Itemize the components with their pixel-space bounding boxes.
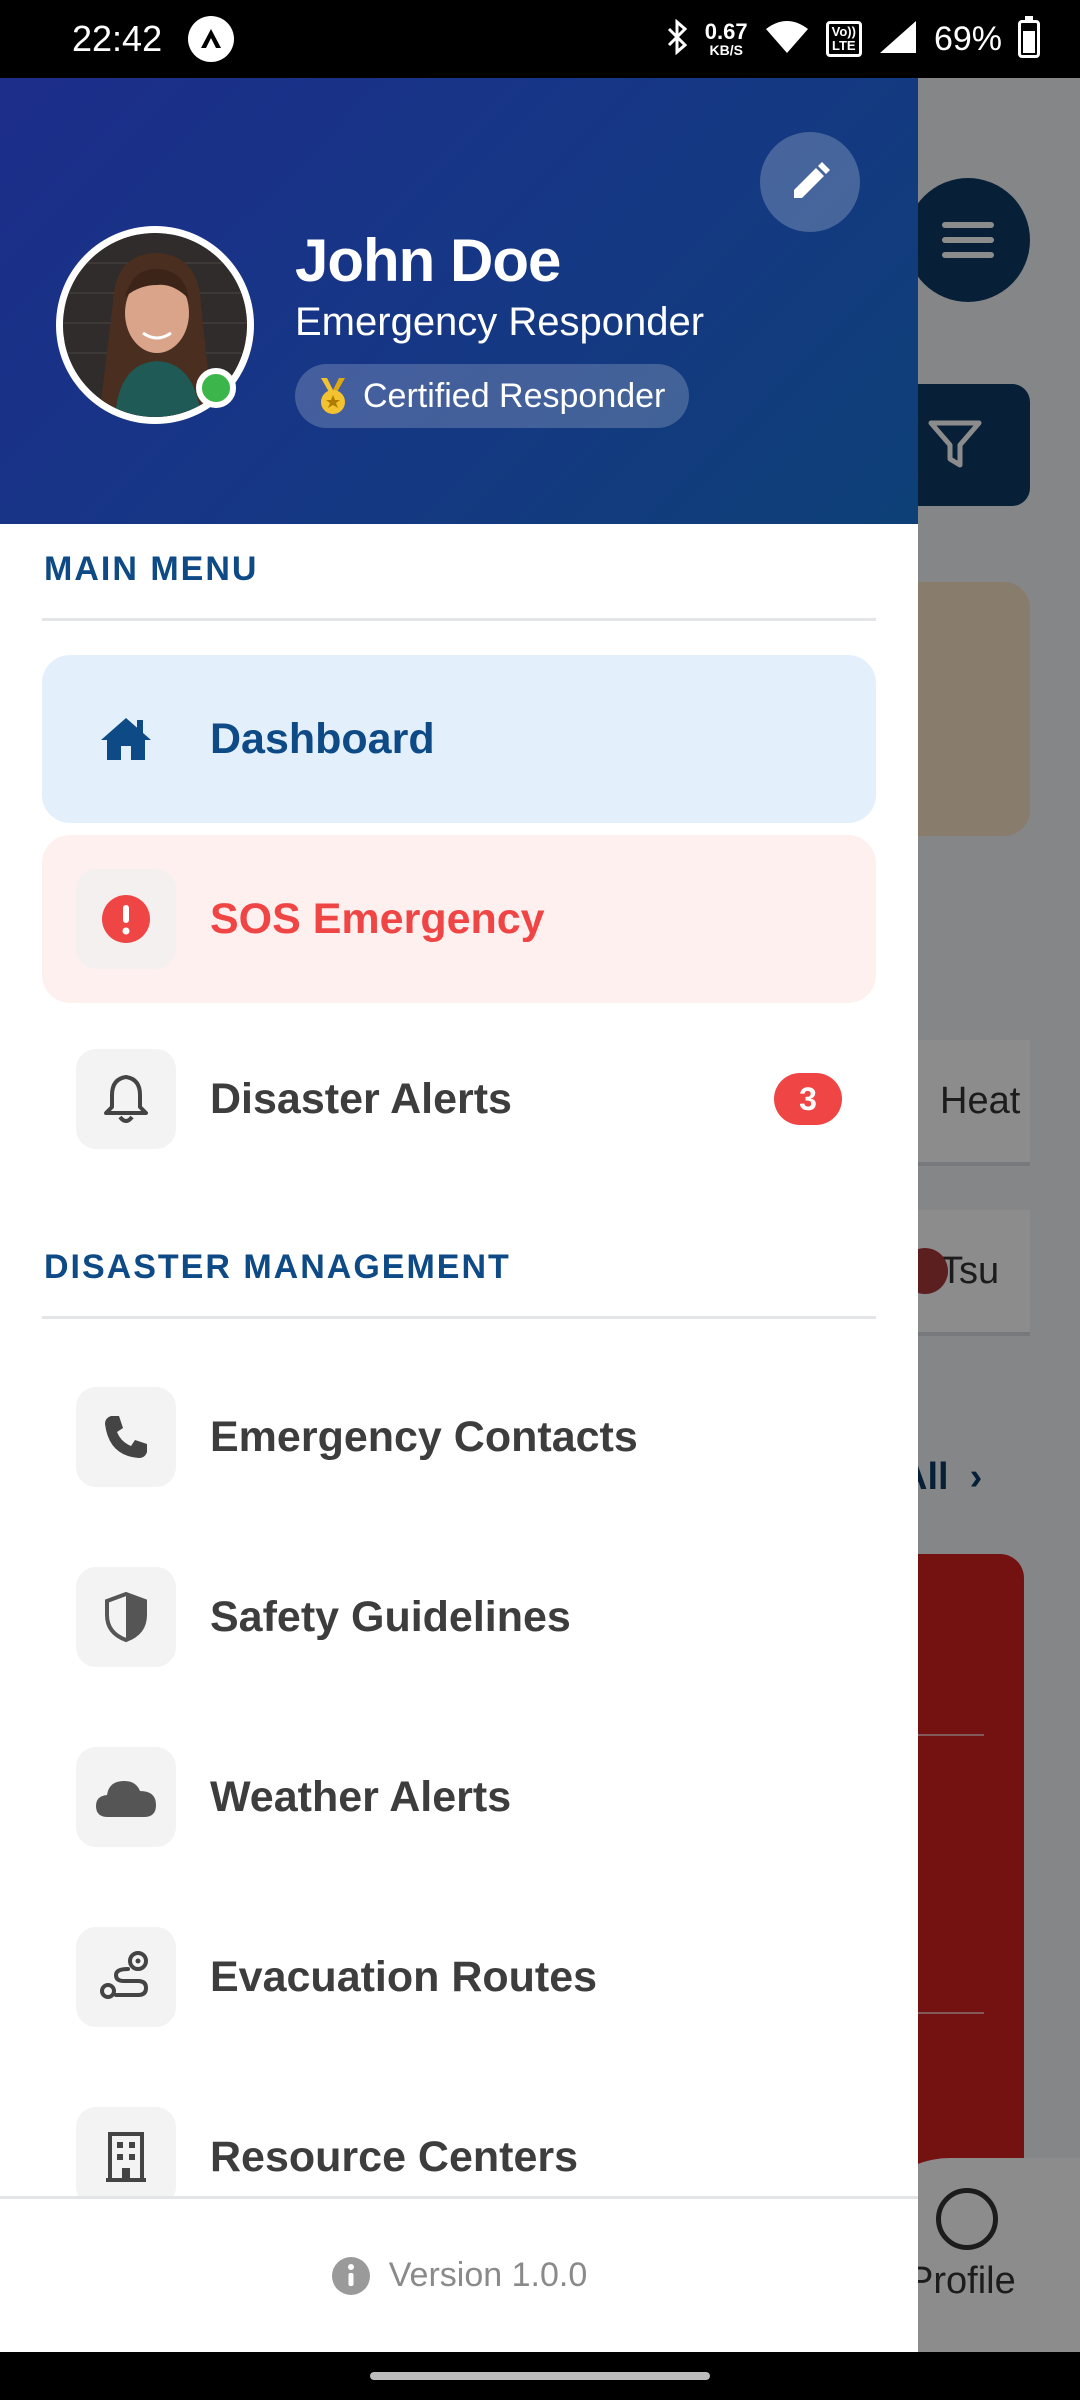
menu-label: Resource Centers <box>210 2132 579 2181</box>
badge-label: Certified Responder <box>363 376 666 415</box>
menu-item-evacuation-routes[interactable]: Evacuation Routes <box>42 1893 876 2061</box>
building-icon <box>76 2107 176 2207</box>
menu-label: Weather Alerts <box>210 1772 512 1821</box>
menu-item-weather-alerts[interactable]: Weather Alerts <box>42 1713 876 1881</box>
divider <box>42 1316 876 1319</box>
divider <box>42 618 876 621</box>
menu-item-dashboard[interactable]: Dashboard <box>42 655 876 823</box>
certified-badge: Certified Responder <box>295 364 690 428</box>
online-status-indicator <box>196 368 236 408</box>
section-disaster-management: DISASTER MANAGEMENT <box>44 1248 511 1286</box>
menu-item-emergency-contacts[interactable]: Emergency Contacts <box>42 1353 876 1521</box>
signal-icon <box>878 19 918 60</box>
menu-label: Disaster Alerts <box>210 1074 512 1123</box>
user-name: John Doe <box>295 227 561 294</box>
menu-label: Emergency Contacts <box>210 1412 638 1461</box>
home-icon <box>76 689 176 789</box>
menu-label: Dashboard <box>210 714 435 763</box>
info-icon <box>331 2256 370 2295</box>
network-speed: 0.67 KB/S <box>704 19 748 58</box>
menu-item-sos-emergency[interactable]: SOS Emergency <box>42 835 876 1003</box>
alerts-count-badge: 3 <box>774 1073 842 1125</box>
medal-icon <box>321 378 345 414</box>
menu-item-disaster-alerts[interactable]: Disaster Alerts 3 <box>42 1015 876 1183</box>
bell-icon <box>76 1049 176 1149</box>
menu-item-safety-guidelines[interactable]: Safety Guidelines <box>42 1533 876 1701</box>
cloud-icon <box>76 1747 176 1847</box>
navigation-drawer: John Doe Emergency Responder Certified R… <box>0 78 918 2352</box>
volte-icon: Vo)) LTE <box>825 21 862 57</box>
version-text: Version 1.0.0 <box>388 2256 588 2294</box>
user-role: Emergency Responder <box>295 300 705 344</box>
section-main-menu: MAIN MENU <box>44 550 259 588</box>
app-notification-icon <box>188 16 235 62</box>
drawer-footer: Version 1.0.0 <box>0 2196 918 2352</box>
alert-circle-icon <box>76 869 176 969</box>
pencil-icon <box>794 162 830 198</box>
shield-icon <box>76 1567 176 1667</box>
status-time: 22:42 <box>72 18 163 59</box>
menu-label: Safety Guidelines <box>210 1592 571 1641</box>
route-icon <box>76 1927 176 2027</box>
drawer-header: John Doe Emergency Responder Certified R… <box>0 78 918 524</box>
status-bar: 22:42 0.67 KB/S Vo)) LTE 69% <box>0 0 1080 78</box>
wifi-icon <box>764 19 810 60</box>
menu-label: Evacuation Routes <box>210 1952 598 2001</box>
bluetooth-icon <box>665 18 689 60</box>
battery-percentage: 69% <box>933 19 1002 58</box>
battery-icon <box>1018 16 1040 58</box>
menu-label: SOS Emergency <box>210 894 545 943</box>
phone-icon <box>76 1387 176 1487</box>
edit-profile-button[interactable] <box>760 132 860 232</box>
home-indicator[interactable] <box>370 2372 710 2380</box>
